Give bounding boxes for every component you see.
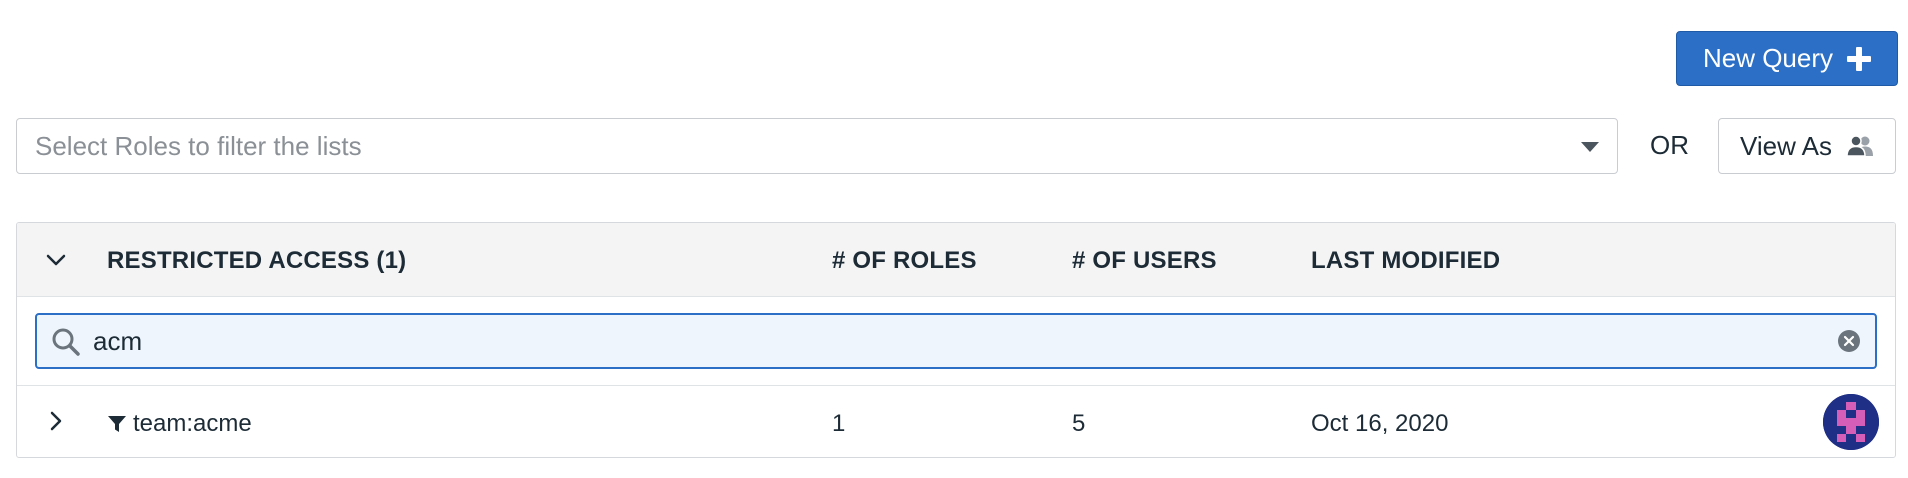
view-as-button[interactable]: View As: [1718, 118, 1896, 174]
chevron-down-icon[interactable]: [41, 245, 71, 275]
table-header: RESTRICTED ACCESS (1) # OF ROLES # OF US…: [17, 223, 1895, 297]
clear-icon[interactable]: [1837, 329, 1861, 353]
column-header-roles: # OF ROLES: [832, 247, 977, 274]
row-name[interactable]: team:acme: [107, 410, 252, 438]
avatar-identicon: [1823, 394, 1879, 450]
restricted-access-panel: RESTRICTED ACCESS (1) # OF ROLES # OF US…: [16, 222, 1896, 458]
role-filter-select[interactable]: Select Roles to filter the lists: [16, 118, 1618, 174]
row-last-modified: Oct 16, 2020: [1311, 410, 1449, 437]
search-icon: [52, 328, 80, 356]
column-header-last-modified: LAST MODIFIED: [1311, 247, 1501, 274]
new-query-button[interactable]: New Query: [1676, 31, 1898, 86]
role-filter-placeholder: Select Roles to filter the lists: [35, 130, 362, 161]
users-icon: [1846, 135, 1873, 157]
view-as-label: View As: [1739, 130, 1832, 161]
search-input[interactable]: [93, 315, 1813, 367]
column-header-users: # OF USERS: [1072, 247, 1217, 274]
avatar[interactable]: [1823, 394, 1879, 450]
row-roles-count: 1: [832, 410, 846, 437]
section-title: RESTRICTED ACCESS (1): [107, 247, 407, 274]
row-name-label: team:acme: [133, 410, 252, 437]
chevron-right-icon[interactable]: [41, 406, 71, 436]
row-users-count: 5: [1072, 410, 1086, 437]
caret-down-icon: [1581, 142, 1599, 152]
page: New Query Select Roles to filter the lis…: [0, 0, 1908, 478]
or-label: OR: [1650, 130, 1689, 160]
filter-icon: [108, 416, 126, 432]
table-row[interactable]: team:acme 1 5 Oct 16, 2020: [17, 386, 1895, 457]
plus-icon: [1847, 46, 1872, 71]
search-box: [35, 313, 1877, 369]
new-query-label: New Query: [1702, 43, 1834, 73]
